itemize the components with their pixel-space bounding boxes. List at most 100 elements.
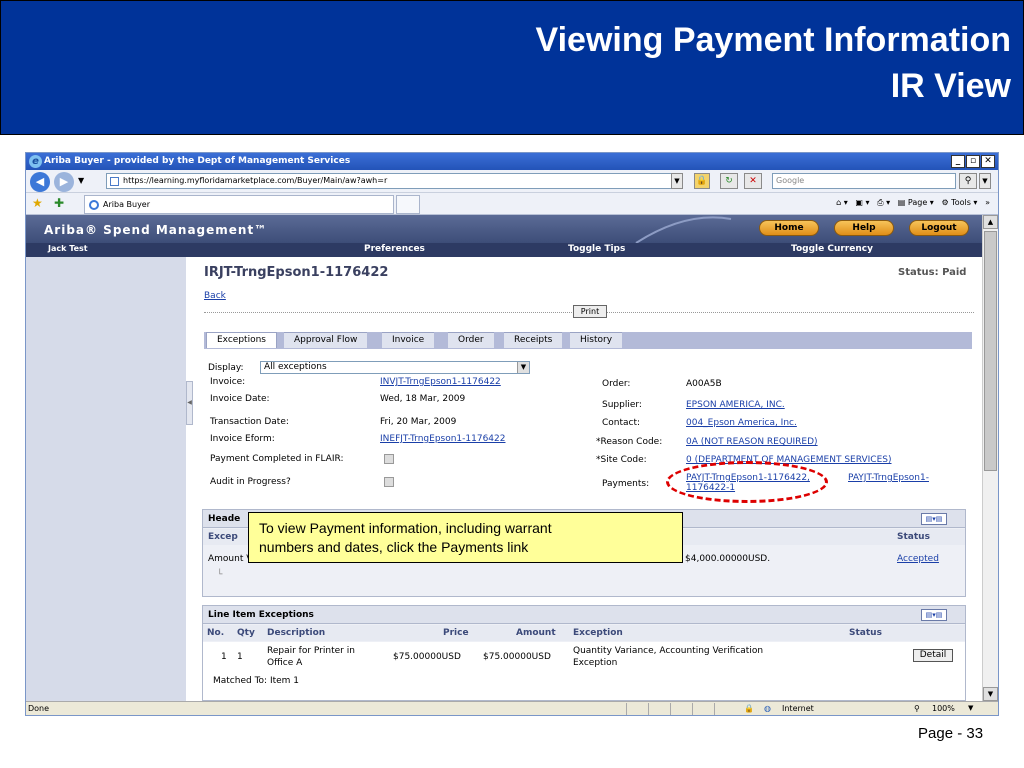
search-input[interactable]: Google bbox=[772, 173, 956, 189]
help-button[interactable]: Help bbox=[834, 220, 894, 236]
row-no: 1 bbox=[221, 652, 227, 662]
stop-icon[interactable]: ✕ bbox=[744, 173, 762, 189]
search-icon[interactable]: ⚲ bbox=[959, 173, 977, 189]
detail-button[interactable]: Detail bbox=[913, 649, 953, 662]
callout-line-1: To view Payment information, including w… bbox=[259, 520, 552, 536]
audit-checkbox bbox=[384, 477, 394, 487]
home-icon[interactable]: ⌂ ▾ bbox=[836, 198, 848, 207]
tab-exceptions[interactable]: Exceptions bbox=[206, 332, 277, 348]
zone-label: Internet bbox=[782, 704, 814, 713]
accepted-link[interactable]: Accepted bbox=[897, 554, 939, 564]
reason-code-label: *Reason Code: bbox=[596, 437, 663, 447]
logout-button[interactable]: Logout bbox=[909, 220, 969, 236]
zoom-dropdown-icon[interactable]: ▼ bbox=[968, 702, 973, 715]
restore-button[interactable]: ▫ bbox=[966, 155, 980, 168]
favorites-star-icon[interactable]: ★ bbox=[32, 196, 43, 210]
search-dropdown-icon[interactable]: ▼ bbox=[979, 173, 991, 189]
browser-window: e Ariba Buyer - provided by the Dept of … bbox=[25, 152, 999, 716]
ir-content: IRJT-TrngEpson1-1176422 Status: Paid Bac… bbox=[196, 257, 982, 701]
page-number: Page - 33 bbox=[918, 725, 984, 742]
col-exception: Excep bbox=[208, 532, 238, 542]
payment-link-2[interactable]: PAYJT-TrngEpson1- bbox=[848, 473, 929, 483]
more-chevron-icon[interactable]: » bbox=[985, 198, 990, 207]
home-button[interactable]: Home bbox=[759, 220, 819, 236]
scroll-down-icon[interactable]: ▼ bbox=[983, 687, 998, 701]
history-dropdown-icon[interactable]: ▼ bbox=[78, 176, 84, 185]
flair-label: Payment Completed in FLAIR: bbox=[210, 454, 344, 464]
tab-history[interactable]: History bbox=[570, 332, 623, 348]
callout-line-2: numbers and dates, click the Payments li… bbox=[259, 539, 529, 555]
status-seg bbox=[670, 703, 692, 715]
display-select[interactable]: All exceptions ▼ bbox=[260, 361, 530, 374]
status-seg bbox=[714, 703, 736, 715]
globe-icon: ◍ bbox=[764, 704, 771, 713]
col-amount: Amount bbox=[516, 628, 556, 638]
slide-title-banner: Viewing Payment Information IR View bbox=[0, 0, 1024, 135]
tools-menu[interactable]: ⚙ Tools ▾ bbox=[941, 198, 977, 207]
col-status: Status bbox=[849, 628, 882, 638]
panel-collapse-handle[interactable]: ◀ bbox=[186, 381, 193, 425]
scroll-thumb[interactable] bbox=[984, 231, 997, 471]
vertical-scrollbar[interactable]: ▲ ▼ bbox=[982, 215, 998, 701]
page-title: IRJT-TrngEpson1-1176422 bbox=[204, 265, 389, 280]
order-value: A00A5B bbox=[686, 379, 722, 389]
row-exception-2: Exception bbox=[573, 658, 618, 668]
instruction-callout: To view Payment information, including w… bbox=[248, 512, 683, 563]
back-nav-icon[interactable]: ◀ bbox=[30, 172, 50, 192]
reason-code-link[interactable]: 0A (NOT REASON REQUIRED) bbox=[686, 437, 818, 447]
address-bar: ◀ ▶ ▼ https://learning.myfloridamarketpl… bbox=[26, 170, 998, 193]
contact-link[interactable]: 004_Epson America, Inc. bbox=[686, 418, 797, 428]
zoom-icon[interactable]: ⚲ bbox=[914, 702, 920, 715]
tab-order[interactable]: Order bbox=[448, 332, 494, 348]
status-bar: Done 🔒 ◍ Internet ⚲ 100% ▼ bbox=[26, 701, 998, 715]
left-nav-panel bbox=[26, 257, 186, 701]
url-dropdown-icon[interactable]: ▼ bbox=[671, 173, 683, 189]
col-exception: Exception bbox=[573, 628, 623, 638]
section-title: Line Item Exceptions bbox=[203, 606, 965, 624]
url-input[interactable]: https://learning.myfloridamarketplace.co… bbox=[106, 173, 681, 189]
invoice-label: Invoice: bbox=[210, 377, 246, 387]
table-row: 1 1 Repair for Printer in Office A $75.0… bbox=[203, 642, 965, 700]
tab-approval-flow[interactable]: Approval Flow bbox=[284, 332, 368, 348]
invoice-link[interactable]: INVJT-TrngEpson1-1176422 bbox=[380, 377, 501, 387]
toggle-tips-menu[interactable]: Toggle Tips bbox=[568, 244, 625, 254]
browser-tab[interactable]: Ariba Buyer bbox=[84, 195, 394, 214]
table-options-icon[interactable]: ▤▾▤ bbox=[921, 609, 947, 621]
forward-nav-icon[interactable]: ▶ bbox=[54, 172, 74, 192]
invoice-date-label: Invoice Date: bbox=[210, 394, 270, 404]
transaction-date-label: Transaction Date: bbox=[210, 417, 289, 427]
preferences-menu[interactable]: Preferences bbox=[364, 244, 425, 254]
chevron-down-icon: ▼ bbox=[517, 362, 529, 373]
add-favorites-icon[interactable]: ✚ bbox=[54, 196, 64, 210]
new-tab-button[interactable] bbox=[396, 195, 420, 214]
print-icon[interactable]: ⎙ ▾ bbox=[877, 198, 890, 207]
page-menu[interactable]: ▤ Page ▾ bbox=[898, 198, 934, 207]
scroll-up-icon[interactable]: ▲ bbox=[983, 215, 998, 229]
order-label: Order: bbox=[602, 379, 631, 389]
lock-icon[interactable]: 🔒 bbox=[694, 173, 710, 189]
tab-receipts[interactable]: Receipts bbox=[504, 332, 563, 348]
transaction-date-value: Fri, 20 Mar, 2009 bbox=[380, 417, 457, 427]
close-window-button[interactable]: ✕ bbox=[981, 155, 995, 168]
ie-logo-icon: e bbox=[29, 155, 42, 168]
feeds-icon[interactable]: ▣ ▾ bbox=[855, 198, 869, 207]
toggle-currency-menu[interactable]: Toggle Currency bbox=[791, 244, 873, 254]
zoom-level[interactable]: 100% bbox=[932, 702, 955, 715]
line-item-exceptions-section: Line Item Exceptions ▤▾▤ No. Qty Descrip… bbox=[202, 605, 966, 701]
col-description: Description bbox=[267, 628, 326, 638]
status-seg bbox=[626, 703, 648, 715]
minimize-button[interactable]: _ bbox=[951, 155, 965, 168]
status-badge: Status: Paid bbox=[898, 267, 967, 278]
row-exception-1: Quantity Variance, Accounting Verificati… bbox=[573, 646, 764, 656]
status-text: Done bbox=[28, 704, 50, 713]
refresh-icon[interactable]: ↻ bbox=[720, 173, 738, 189]
tab-invoice[interactable]: Invoice bbox=[382, 332, 435, 348]
supplier-link[interactable]: EPSON AMERICA, INC. bbox=[686, 400, 785, 410]
tree-connector-icon: └ bbox=[217, 570, 223, 580]
print-button[interactable]: Print bbox=[573, 305, 607, 318]
table-options-icon[interactable]: ▤▾▤ bbox=[921, 513, 947, 525]
row-amount: $75.00000USD bbox=[483, 652, 551, 662]
back-link[interactable]: Back bbox=[204, 291, 226, 301]
contact-label: Contact: bbox=[602, 418, 641, 428]
invoice-eform-link[interactable]: INEFJT-TrngEpson1-1176422 bbox=[380, 434, 506, 444]
